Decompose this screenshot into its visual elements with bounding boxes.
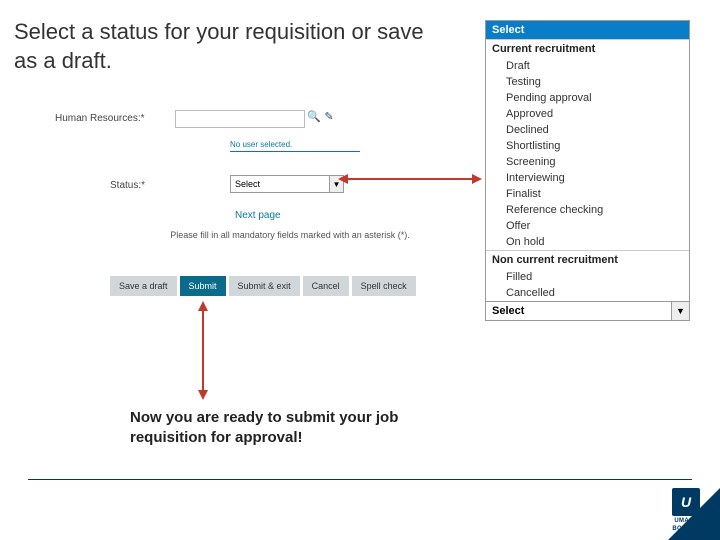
dropdown-item[interactable]: Screening (486, 154, 689, 170)
spell-check-button[interactable]: Spell check (352, 276, 416, 296)
arrow-annotation-horizontal (340, 178, 480, 180)
dropdown-item[interactable]: Pending approval (486, 90, 689, 106)
arrow-annotation-vertical (202, 303, 204, 398)
no-user-selected: No user selected. (230, 138, 360, 152)
status-label: Status:* (110, 177, 230, 191)
form-panel: Human Resources:* 🔍 ✎ No user selected. … (55, 110, 455, 310)
dropdown-item[interactable]: Reference checking (486, 202, 689, 218)
search-icon[interactable]: 🔍 (308, 110, 320, 122)
status-select[interactable]: Select (230, 175, 330, 193)
footer-divider (28, 479, 692, 480)
dropdown-item[interactable]: Interviewing (486, 170, 689, 186)
dropdown-item[interactable]: Testing (486, 74, 689, 90)
dropdown-footer-label: Select (486, 302, 671, 320)
submit-button[interactable]: Submit (180, 276, 226, 296)
dropdown-item[interactable]: Finalist (486, 186, 689, 202)
slide-caption: Now you are ready to submit your job req… (130, 408, 470, 447)
dropdown-header: Select (486, 21, 689, 39)
hr-input[interactable] (175, 110, 305, 128)
dropdown-item[interactable]: Filled (486, 269, 689, 285)
hr-input-icons: 🔍 ✎ (308, 110, 335, 122)
button-row: Save a draft Submit Submit & exit Cancel… (110, 276, 416, 296)
submit-exit-button[interactable]: Submit & exit (229, 276, 300, 296)
hr-row: Human Resources:* 🔍 ✎ (55, 110, 455, 128)
dropdown-item[interactable]: Approved (486, 106, 689, 122)
dropdown-group-current: Current recruitment (486, 39, 689, 58)
dropdown-item[interactable]: Shortlisting (486, 138, 689, 154)
dropdown-footer[interactable]: Select ▼ (486, 301, 689, 320)
umass-logo: U UMASS BOSTON (664, 488, 708, 532)
save-draft-button[interactable]: Save a draft (110, 276, 177, 296)
logo-text-1: UMASS (674, 518, 697, 524)
slide-title: Select a status for your requisition or … (14, 18, 444, 75)
hr-label: Human Resources:* (55, 110, 175, 124)
next-page-link[interactable]: Next page (235, 210, 281, 221)
logo-text-2: BOSTON (672, 526, 699, 532)
edit-icon[interactable]: ✎ (323, 110, 335, 122)
status-row: Status:* Select ▼ (110, 175, 344, 193)
mandatory-note: Please fill in all mandatory fields mark… (150, 230, 430, 240)
dropdown-item[interactable]: Cancelled (486, 285, 689, 301)
dropdown-item[interactable]: Declined (486, 122, 689, 138)
status-dropdown-panel: Select Current recruitment Draft Testing… (485, 20, 690, 321)
dropdown-item[interactable]: Draft (486, 58, 689, 74)
logo-mark: U (672, 488, 700, 516)
cancel-button[interactable]: Cancel (303, 276, 349, 296)
chevron-down-icon[interactable]: ▼ (671, 302, 689, 320)
dropdown-group-noncurrent: Non current recruitment (486, 250, 689, 269)
dropdown-item[interactable]: Offer (486, 218, 689, 234)
dropdown-item[interactable]: On hold (486, 234, 689, 250)
